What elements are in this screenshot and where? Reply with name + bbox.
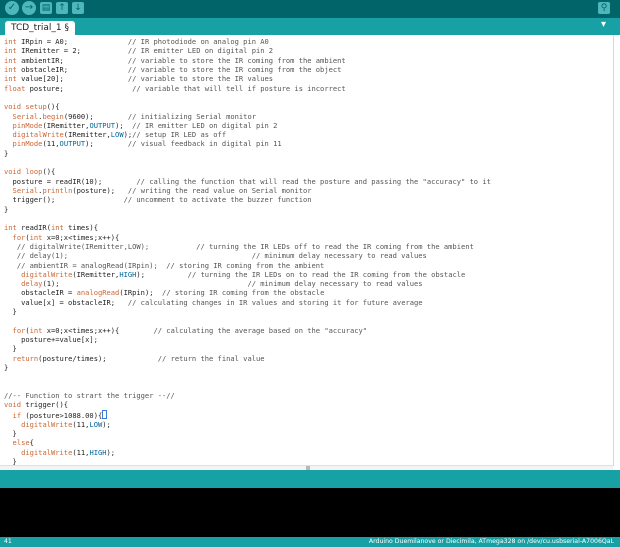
check-icon: ✓ xyxy=(7,2,17,13)
new-button[interactable]: ▤ xyxy=(40,2,52,14)
code-line: posture+=value[x]; xyxy=(4,335,98,344)
arrow-up-icon: ↑ xyxy=(58,3,66,13)
tab-bar: TCD_trial_1 § ▾ xyxy=(0,18,620,35)
code-line: digitalWrite(IRemitter,LOW);// setup IR … xyxy=(12,130,227,140)
upload-button[interactable]: → xyxy=(22,1,36,15)
code-line: void setup(){ xyxy=(4,102,60,112)
code-line: float posture; // variable that will tel… xyxy=(4,83,346,93)
vertical-scrollbar[interactable] xyxy=(613,35,620,466)
board-info: Arduino Duemilanove or Diecimila, ATmega… xyxy=(368,538,614,545)
code-line: int value[20]; // variable to store the … xyxy=(4,74,274,84)
code-text[interactable]: int IRpin = A0; // IR photodiode on anal… xyxy=(4,37,491,466)
code-line: for(int x=0;x<times;x++){ xyxy=(12,232,120,242)
code-line: void loop(){ xyxy=(4,167,56,177)
tab-menu-icon[interactable]: ▾ xyxy=(601,19,606,30)
code-line: obstacleIR = analogRead(IRpin); // stori… xyxy=(4,288,325,298)
code-line: pinMode(11,OUTPUT); // visual feedback i… xyxy=(12,139,282,149)
code-line: } xyxy=(4,148,9,158)
code-line: void trigger(){ xyxy=(4,400,69,410)
open-button[interactable]: ↑ xyxy=(56,2,68,14)
code-line: } xyxy=(4,307,17,317)
code-line: // digitalWrite(IRemitter,LOW); // turni… xyxy=(16,241,474,251)
code-line: int IRpin = A0; // IR photodiode on anal… xyxy=(4,37,269,46)
line-number: 41 xyxy=(4,538,12,545)
code-editor[interactable]: int IRpin = A0; // IR photodiode on anal… xyxy=(0,35,613,466)
verify-button[interactable]: ✓ xyxy=(5,1,19,15)
code-line: //-- Function to strart the trigger --// xyxy=(4,390,175,400)
code-line: else{ xyxy=(12,438,34,448)
message-bar xyxy=(0,470,620,488)
code-line: if (posture>1088.00){ xyxy=(4,409,108,420)
code-line: delay(1); // minimum delay necessary to … xyxy=(21,279,423,289)
code-line: } xyxy=(4,204,9,214)
code-line: int readIR(int times){ xyxy=(4,223,98,233)
arrow-right-icon: → xyxy=(24,2,34,13)
code-line: for(int x=0;x<times;x++){ // calculating… xyxy=(12,325,368,335)
code-line: // delay(1); // minimum delay necessary … xyxy=(16,251,427,261)
code-line: } xyxy=(4,344,17,354)
console-output xyxy=(0,488,620,537)
code-line: } xyxy=(4,362,9,372)
code-line: int ambientIR; // variable to store the … xyxy=(4,55,346,65)
code-line: Serial.println(posture); // writing the … xyxy=(12,186,312,195)
code-line: posture = readIR(10); // calling the fun… xyxy=(4,176,491,186)
code-line: int IRemitter = 2; // IR emitter LED on … xyxy=(4,46,274,56)
code-line: digitalWrite(IRemitter,HIGH); // turning… xyxy=(21,269,466,279)
code-line: value[x] = obstacleIR; // calculating ch… xyxy=(4,297,423,307)
code-line: } xyxy=(4,429,17,439)
serial-monitor-button[interactable]: ⚲ xyxy=(598,2,610,14)
status-footer: 41 Arduino Duemilanove or Diecimila, ATm… xyxy=(0,537,620,547)
text-cursor xyxy=(102,409,108,419)
code-line: int obstacleIR; // variable to store the… xyxy=(4,64,342,74)
tab-tcd-trial-1[interactable]: TCD_trial_1 § xyxy=(5,21,76,35)
new-file-icon: ▤ xyxy=(41,3,51,13)
save-button[interactable]: ↓ xyxy=(72,2,84,14)
magnifier-icon: ⚲ xyxy=(600,3,608,13)
code-line: pinMode(IRemitter,OUTPUT); // IR emitter… xyxy=(12,120,278,130)
code-line: digitalWrite(11,HIGH); xyxy=(21,447,116,457)
code-line: digitalWrite(11,LOW); xyxy=(21,419,111,429)
code-line: // ambientIR = analogRead(IRpin); // sto… xyxy=(16,260,325,270)
code-line: Serial.begin(9600); // initializing Seri… xyxy=(12,111,256,121)
code-line: return(posture/times); // return the fin… xyxy=(12,353,265,363)
arrow-down-icon: ↓ xyxy=(74,3,82,13)
toolbar: ✓ → ▤ ↑ ↓ ⚲ xyxy=(0,0,620,18)
code-line: trigger(); // uncomment to activate the … xyxy=(4,195,312,205)
